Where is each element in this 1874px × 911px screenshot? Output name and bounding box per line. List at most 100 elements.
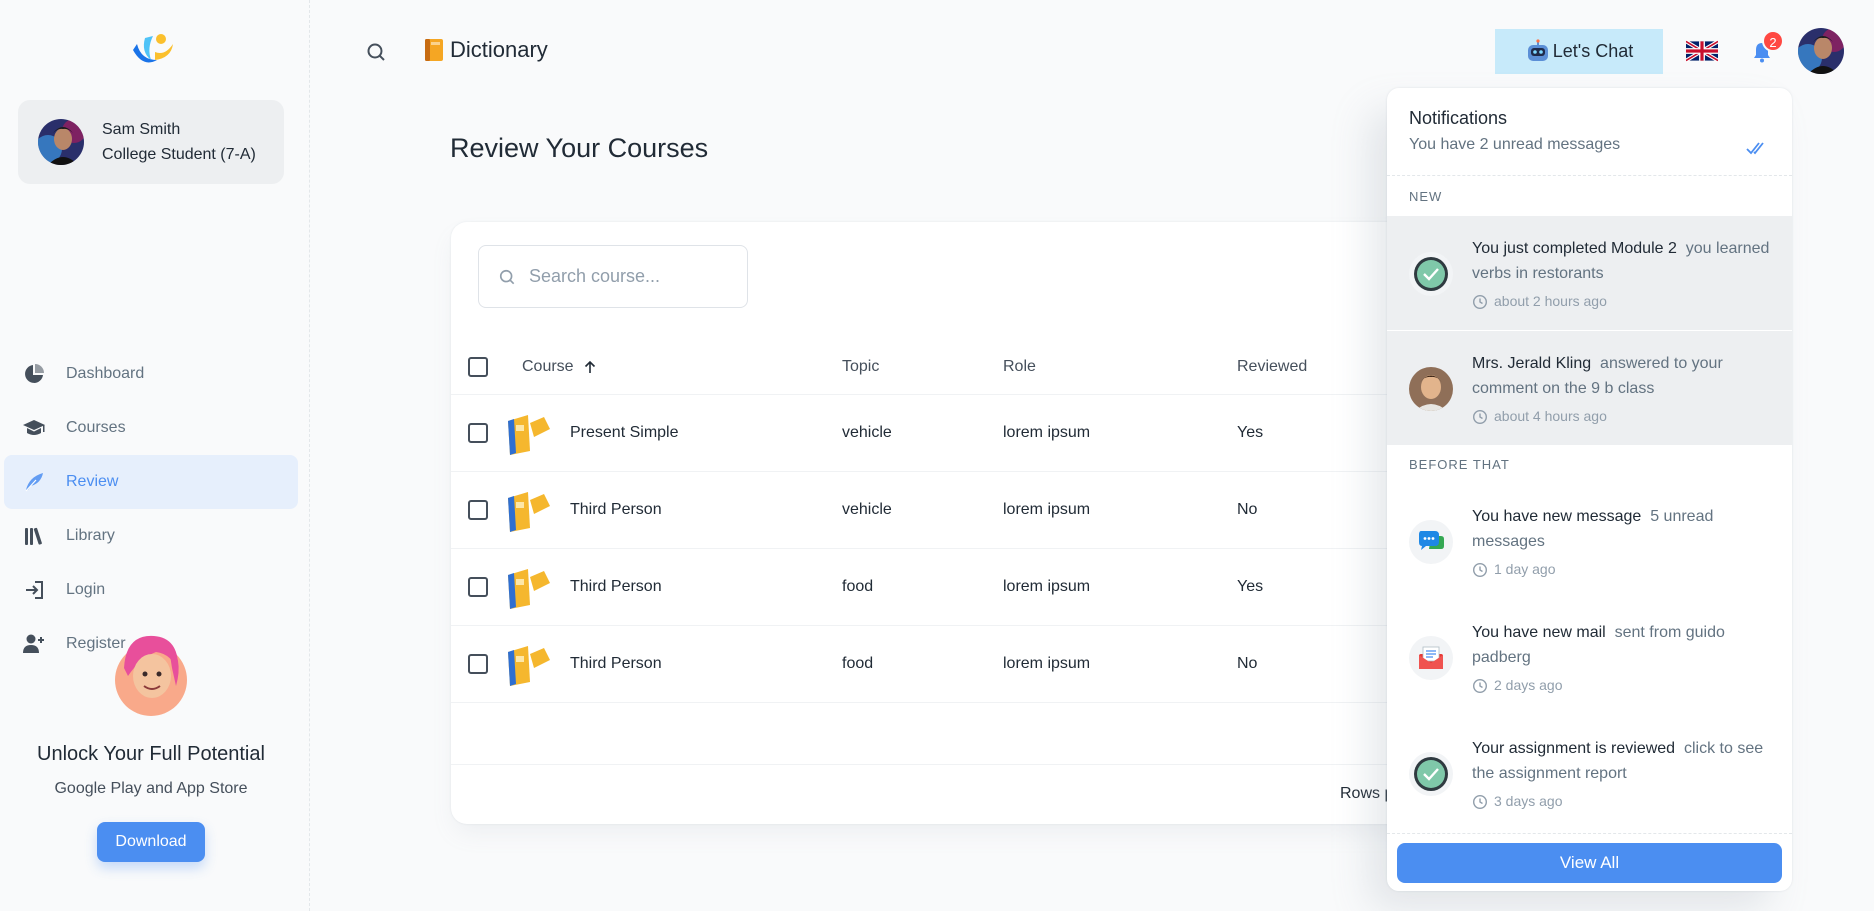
download-button[interactable]: Download	[97, 822, 205, 862]
rows-per-page-label: Rows p	[1340, 785, 1394, 802]
notification-item[interactable]: Your assignment is reviewed click to see…	[1387, 716, 1792, 830]
topic-cell: food	[842, 578, 874, 595]
notification-time: about 2 hours ago	[1494, 293, 1607, 309]
chat-bubble-icon	[1409, 520, 1453, 564]
notification-time: 1 day ago	[1494, 561, 1556, 577]
notification-time: 2 days ago	[1494, 677, 1563, 693]
notification-item[interactable]: You just completed Module 2 you learned …	[1387, 216, 1792, 330]
sidebar-item-courses[interactable]: Courses	[4, 401, 298, 455]
course-name: Third Person	[570, 655, 662, 672]
sidebar-item-review[interactable]: Review	[4, 455, 298, 509]
sidebar: Sam Smith College Student (7-A) Dashboar…	[0, 0, 310, 911]
book-illustration	[508, 415, 550, 455]
book-illustration	[508, 646, 550, 686]
notification-title: You have new mail	[1472, 624, 1606, 641]
select-all-checkbox[interactable]	[468, 357, 488, 377]
mail-icon	[1409, 636, 1453, 680]
search-icon[interactable]	[364, 40, 388, 64]
avatar[interactable]	[1798, 28, 1844, 74]
row-checkbox[interactable]	[468, 654, 488, 674]
login-icon	[22, 578, 46, 602]
promo-panel: Unlock Your Full Potential Google Play a…	[0, 628, 302, 862]
reviewed-cell: Yes	[1237, 424, 1264, 441]
page-title: Review Your Courses	[450, 133, 709, 163]
robot-icon	[1527, 38, 1548, 61]
section-label-new: NEW	[1409, 189, 1443, 204]
check-circle-icon	[1409, 252, 1453, 296]
sidebar-item-label: Library	[66, 527, 115, 544]
notification-item[interactable]: Mrs. Jerald Kling answered to your comme…	[1387, 331, 1792, 445]
sidebar-item-label: Courses	[66, 419, 126, 436]
row-checkbox[interactable]	[468, 577, 488, 597]
header-title-text: Dictionary	[450, 37, 548, 62]
reviewed-cell: No	[1237, 501, 1258, 518]
view-all-button[interactable]: View All	[1397, 843, 1782, 883]
sidebar-item-label: Dashboard	[66, 365, 145, 382]
notification-time: 3 days ago	[1494, 793, 1563, 809]
divider	[1387, 175, 1792, 176]
sidebar-item-library[interactable]: Library	[4, 509, 298, 563]
check-circle-icon	[1409, 752, 1453, 796]
column-header-reviewed[interactable]: Reviewed	[1237, 340, 1307, 394]
notification-title: You just completed Module 2	[1472, 240, 1677, 257]
notification-time: about 4 hours ago	[1494, 408, 1607, 424]
book-illustration	[508, 492, 550, 532]
role-cell: lorem ipsum	[1003, 578, 1091, 595]
reviewed-cell: Yes	[1237, 578, 1264, 595]
page-header-title: Dictionary	[422, 36, 548, 64]
clock-icon	[1472, 562, 1488, 577]
row-checkbox[interactable]	[468, 423, 488, 443]
notification-badge: 2	[1762, 30, 1784, 52]
notification-title: You have new message	[1472, 508, 1642, 525]
account-role: College Student (7-A)	[102, 146, 256, 163]
role-cell: lorem ipsum	[1003, 424, 1091, 441]
lets-chat-button[interactable]: Let's Chat	[1495, 29, 1663, 74]
notifications-popover: Notifications You have 2 unread messages…	[1387, 88, 1792, 891]
book-icon	[425, 39, 443, 61]
account-name: Sam Smith	[102, 121, 181, 138]
course-name: Present Simple	[570, 424, 679, 441]
clock-icon	[1472, 294, 1488, 309]
column-header-role[interactable]: Role	[1003, 340, 1036, 394]
lets-chat-label: Let's Chat	[1552, 41, 1634, 61]
clock-icon	[1472, 794, 1488, 809]
sort-ascending-icon	[584, 360, 595, 373]
character-illustration	[115, 635, 187, 716]
notification-title: Mrs. Jerald Kling	[1472, 355, 1592, 372]
divider	[1387, 833, 1792, 834]
uk-flag-icon[interactable]	[1686, 40, 1718, 62]
clock-icon	[1472, 409, 1488, 424]
notifications-subtitle: You have 2 unread messages	[1409, 136, 1621, 153]
notification-item[interactable]: You have new mail sent from guido padber…	[1387, 600, 1792, 714]
book-illustration	[508, 569, 550, 609]
role-cell: lorem ipsum	[1003, 501, 1091, 518]
notifications-header: Notifications You have 2 unread messages	[1409, 108, 1769, 155]
course-name: Third Person	[570, 578, 662, 595]
double-check-icon[interactable]	[1745, 138, 1769, 158]
topic-cell: food	[842, 655, 874, 672]
sidebar-item-dashboard[interactable]: Dashboard	[4, 347, 298, 401]
promo-title: Unlock Your Full Potential	[37, 743, 265, 765]
library-icon	[22, 524, 46, 548]
reviewed-cell: No	[1237, 655, 1258, 672]
notification-item[interactable]: You have new message 5 unread messages 1…	[1387, 484, 1792, 598]
sidebar-item-label: Login	[66, 581, 106, 598]
search-icon	[499, 269, 515, 284]
sidebar-nav: Dashboard Courses Review Library Login R…	[4, 347, 298, 671]
search-input[interactable]	[529, 266, 729, 287]
notifications-title: Notifications	[1409, 108, 1508, 128]
role-cell: lorem ipsum	[1003, 655, 1091, 672]
sidebar-item-login[interactable]: Login	[4, 563, 298, 617]
column-header-topic[interactable]: Topic	[842, 340, 879, 394]
search-field[interactable]	[478, 245, 748, 308]
account-card[interactable]: Sam Smith College Student (7-A)	[18, 100, 284, 184]
row-checkbox[interactable]	[468, 500, 488, 520]
promo-subtitle: Google Play and App Store	[54, 780, 248, 797]
column-header-course[interactable]: Course	[522, 340, 598, 394]
notification-title: Your assignment is reviewed	[1472, 740, 1676, 757]
user-avatar	[1409, 367, 1453, 411]
section-label-before: BEFORE THAT	[1409, 457, 1510, 472]
logo[interactable]	[127, 30, 175, 66]
graduation-cap-icon	[22, 416, 46, 440]
sidebar-item-label: Review	[66, 473, 119, 490]
